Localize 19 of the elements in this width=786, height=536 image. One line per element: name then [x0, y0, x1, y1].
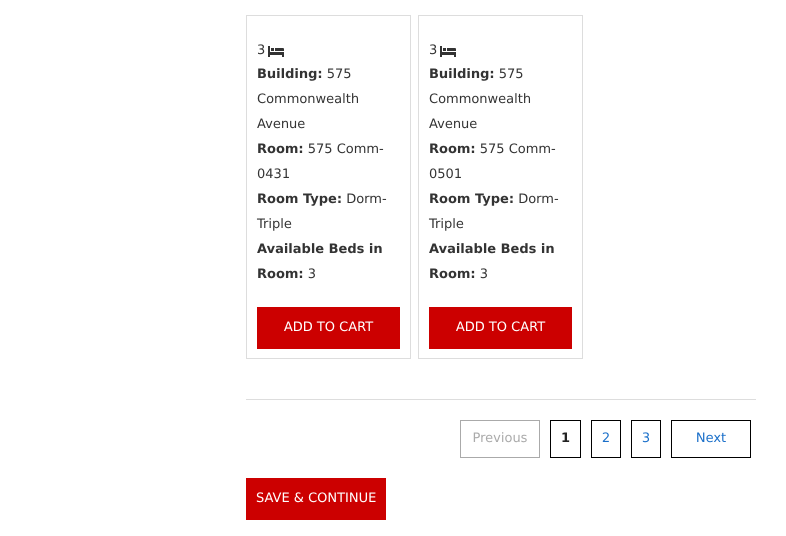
bed-icon [440, 46, 456, 56]
page-button[interactable]: 2 [591, 420, 621, 458]
room-detail: Building: 575 Commonwealth Avenue [257, 66, 360, 134]
bed-count: 3 [257, 42, 266, 60]
room-detail: Room: 575 Comm-0501 [429, 141, 557, 184]
bed-count: 3 [429, 42, 438, 60]
bed-icon [268, 46, 284, 56]
add-to-cart-button[interactable]: ADD TO CART [429, 307, 572, 349]
room-detail: Building: 575 Commonwealth Avenue [429, 66, 532, 134]
page-button[interactable]: 1 [550, 420, 581, 458]
room-detail: Available Beds in Room: 3 [257, 241, 384, 284]
save-button[interactable]: SAVE & CONTINUE [246, 478, 386, 520]
room-detail: Available Beds in Room: 3 [429, 241, 556, 284]
next-button[interactable]: Next [671, 420, 751, 458]
room-detail: Room: 575 Comm-0431 [257, 141, 385, 184]
page-button[interactable]: 3 [631, 420, 661, 458]
room-detail: Room Type: Dorm-Triple [257, 191, 388, 234]
add-to-cart-button[interactable]: ADD TO CART [257, 307, 400, 349]
room-detail: Room Type: Dorm-Triple [429, 191, 560, 234]
